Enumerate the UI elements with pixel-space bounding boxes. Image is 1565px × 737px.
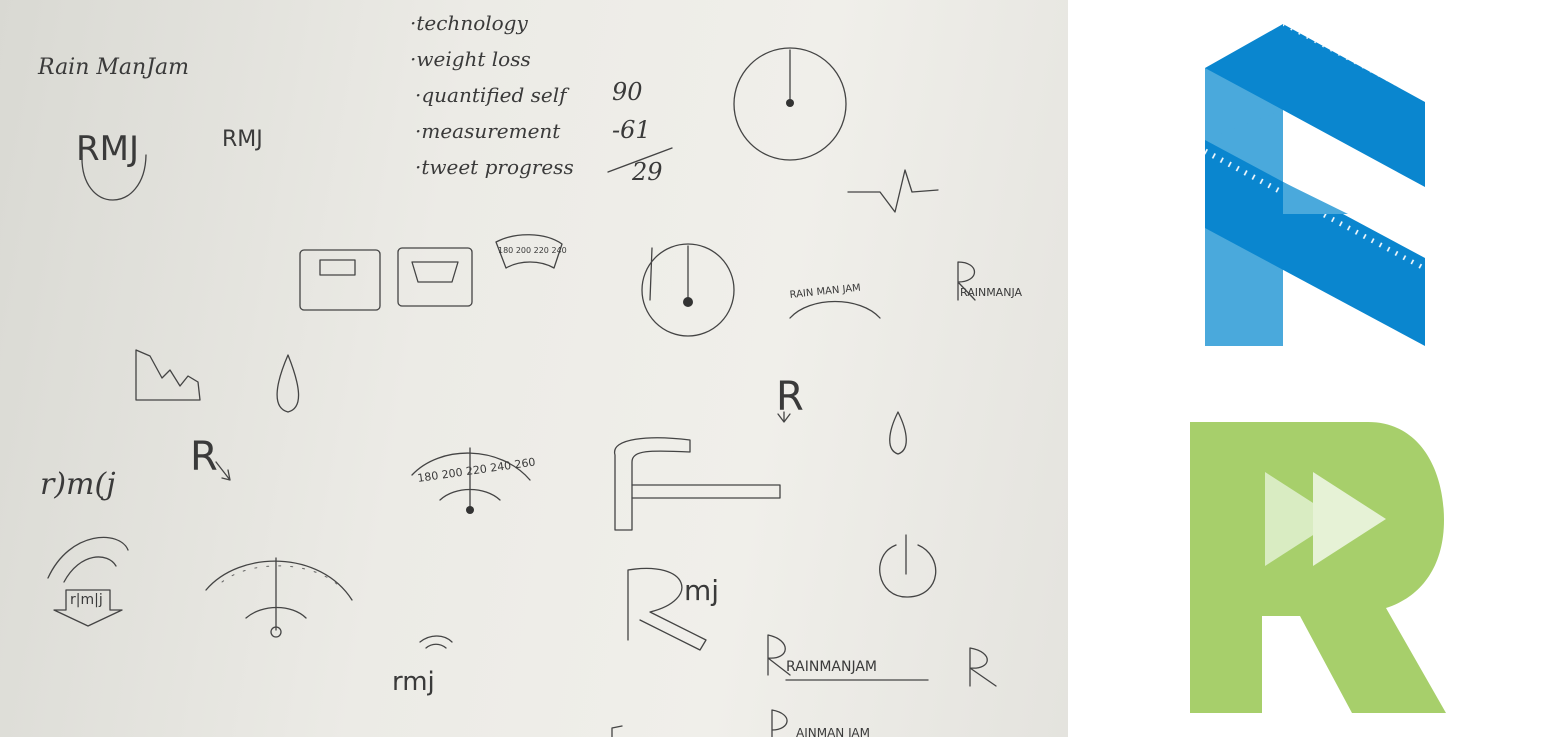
sketch-math-result: 29 xyxy=(631,158,663,186)
sketch-wifi-arc-a xyxy=(47,536,129,579)
sketch-rmj-box: r|m|j xyxy=(70,592,103,608)
sketch-r-mj-text: mj xyxy=(684,574,719,607)
sketch-scale-b-dial xyxy=(411,261,459,283)
sketch-tape-r-stem xyxy=(614,437,691,531)
sketch-scale-a xyxy=(299,249,381,311)
sketch-scale-ticks: 180 200 220 240 xyxy=(498,246,567,255)
sketch-arrow-diag xyxy=(215,461,231,481)
sketch-tape-r-leg xyxy=(631,484,781,499)
image-canvas: Rain ManJam ·technology ·weight loss ·qu… xyxy=(0,0,1565,737)
sketch-power-icon xyxy=(879,544,937,598)
blue-r-inner-fold xyxy=(1283,182,1348,214)
sketch-gauge-c-pivot xyxy=(466,506,474,514)
sketch-r-mark xyxy=(969,647,997,687)
sketch-keyword: ·technology xyxy=(410,11,528,35)
sketch-math-a: 90 xyxy=(612,78,643,106)
sketch-arc-text: RAIN MAN JAM xyxy=(789,283,861,301)
sketch-heartbeat xyxy=(847,169,939,213)
sketch-gauge-b-stick xyxy=(649,247,653,301)
pencil-sketch-paper: Rain ManJam ·technology ·weight loss ·qu… xyxy=(0,0,1068,737)
sketch-drawing: Rain ManJam ·technology ·weight loss ·qu… xyxy=(37,11,1022,737)
sketch-scale-b xyxy=(397,247,473,307)
sketch-rmj-lower: rmj xyxy=(392,667,435,697)
sketch-dotted-gauge-ticks xyxy=(221,565,339,586)
sketch-dotted-gauge-arc xyxy=(205,560,353,601)
sketch-wordmark-side: RAINMANJA xyxy=(960,286,1022,299)
sketch-wifi-arc-b xyxy=(63,556,117,583)
sketch-wordmark-cut: AINMAN JAM xyxy=(796,726,870,737)
sketch-r-arrow: R xyxy=(776,374,804,420)
sketch-math-b: -61 xyxy=(612,116,651,144)
green-ff-r-logo xyxy=(1190,422,1446,713)
sketch-drop-a xyxy=(276,354,300,413)
sketch-wordmark-bottom: RAINMANJAM xyxy=(786,659,877,675)
sketch-rmj-paren: r)m(j xyxy=(40,467,116,502)
sketch-gauge-b-pivot xyxy=(683,297,693,307)
logo-panel xyxy=(1068,0,1565,737)
sketch-brand-name: Rain ManJam xyxy=(37,55,189,80)
blue-tape-r-logo xyxy=(1205,24,1425,346)
sketch-drop-b xyxy=(889,411,907,455)
sketch-gauge-pivot xyxy=(786,99,794,107)
sketch-keyword: ·tweet progress xyxy=(415,155,574,179)
sketch-rmj-u: RMJ xyxy=(76,129,139,169)
sketch-r-arrow-b: R xyxy=(190,434,218,480)
sketch-rmj-plain: RMJ xyxy=(222,127,263,152)
sketch-keyword: ·weight loss xyxy=(410,47,531,71)
green-r-shape xyxy=(1190,422,1446,713)
sketch-arc xyxy=(789,300,881,319)
logo-drawing xyxy=(1190,24,1446,713)
sketch-descending-chart xyxy=(135,349,201,401)
sketch-wifi-small xyxy=(419,635,453,649)
sketch-keyword: ·measurement xyxy=(415,119,561,143)
sketch-r-fragment xyxy=(611,725,623,737)
sketch-r-cut xyxy=(771,709,788,737)
sketch-keyword: ·quantified self xyxy=(415,83,570,107)
sketch-scale-a-display xyxy=(319,259,356,276)
